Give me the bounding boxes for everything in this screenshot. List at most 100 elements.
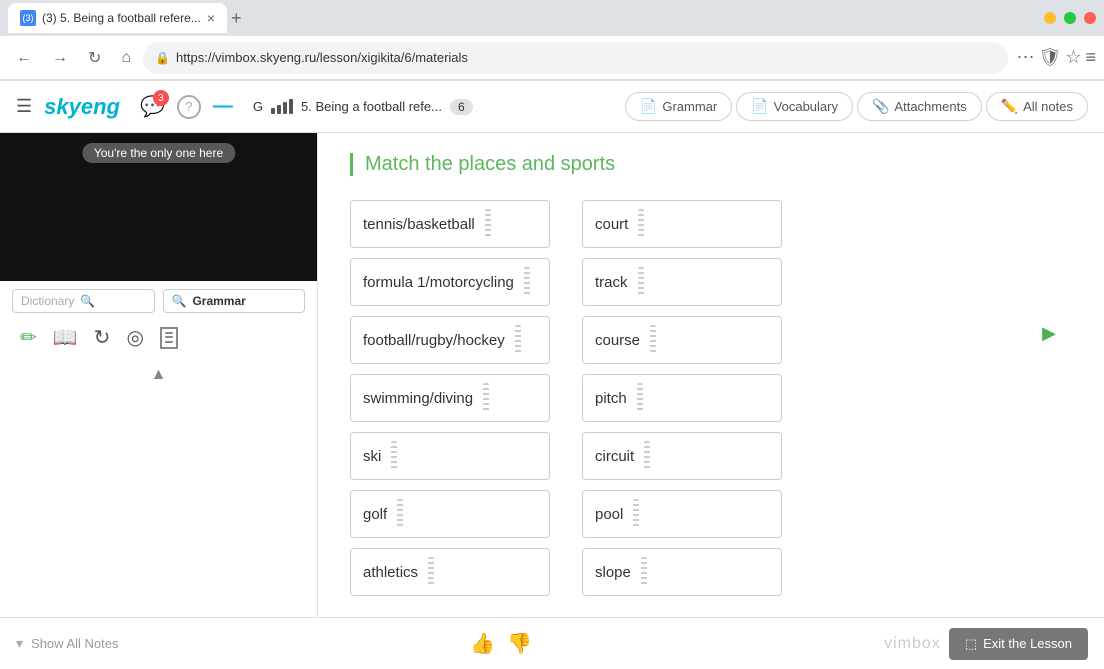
vimbox-logo: vimbox: [884, 635, 941, 653]
drag-handle[interactable]: [524, 267, 530, 297]
nav-bar: ← → ↻ ⌂ 🔒 ⋯ 🛡 ☆ ≡: [0, 36, 1104, 80]
list-item[interactable]: athletics: [350, 548, 550, 596]
drag-handle[interactable]: [428, 557, 434, 587]
vocabulary-tab-label: Vocabulary: [774, 99, 838, 114]
footer-right: vimbox ⬚ Exit the Lesson: [884, 628, 1088, 660]
footer: ▾ Show All Notes 👍 👎 vimbox ⬚ Exit the L…: [0, 617, 1104, 669]
grammar-search-icon: 🔍: [172, 294, 187, 308]
tab-grammar[interactable]: 📄 Grammar: [625, 92, 732, 121]
bar2: [277, 105, 281, 114]
drag-handle[interactable]: [391, 441, 397, 471]
tab-attachments[interactable]: 📎 Attachments: [857, 92, 982, 121]
drag-handle[interactable]: [483, 383, 489, 413]
sport-label: formula 1/motorcycling: [363, 274, 514, 291]
new-tab-btn[interactable]: +: [231, 8, 242, 29]
forward-btn[interactable]: →: [44, 45, 76, 71]
list-item[interactable]: football/rugby/hockey: [350, 316, 550, 364]
grammar-search-btn[interactable]: 🔍 Grammar: [163, 289, 306, 313]
tab-all-notes[interactable]: ✏️ All notes: [986, 92, 1088, 121]
sport-label: football/rugby/hockey: [363, 332, 505, 349]
list-item[interactable]: golf: [350, 490, 550, 538]
list-item[interactable]: court: [582, 200, 782, 248]
thumbs-up-btn[interactable]: 👍: [470, 631, 495, 656]
collapse-sidebar-btn[interactable]: ▲: [0, 362, 317, 388]
search-row: Dictionary 🔍 🔍 Grammar: [12, 289, 305, 313]
book-icon[interactable]: 📖: [53, 325, 78, 350]
grid-icon[interactable]: [160, 327, 178, 349]
list-item[interactable]: swimming/diving: [350, 374, 550, 422]
footer-center: 👍 👎: [470, 631, 532, 656]
drag-handle[interactable]: [641, 557, 647, 587]
exercise-title: Match the places and sports: [350, 153, 1072, 176]
win-minimize-btn[interactable]: [1044, 12, 1056, 24]
collapse-chevron-icon[interactable]: ▾: [16, 635, 23, 652]
list-item[interactable]: tennis/basketball: [350, 200, 550, 248]
nav-extras: ⋯ 🛡 ☆ ≡: [1016, 47, 1096, 68]
list-item[interactable]: pitch: [582, 374, 782, 422]
list-item[interactable]: circuit: [582, 432, 782, 480]
list-item[interactable]: pool: [582, 490, 782, 538]
hamburger-menu[interactable]: ☰: [16, 96, 32, 117]
win-close-btn[interactable]: [1084, 12, 1096, 24]
list-item[interactable]: ski: [350, 432, 550, 480]
drag-handle[interactable]: [644, 441, 650, 471]
drag-handle[interactable]: [633, 499, 639, 529]
back-btn[interactable]: ←: [8, 45, 40, 71]
minimize-btn[interactable]: —: [213, 95, 233, 118]
sport-label: swimming/diving: [363, 390, 473, 407]
sport-label: tennis/basketball: [363, 216, 475, 233]
tab-close-btn[interactable]: ×: [207, 10, 215, 26]
active-tab[interactable]: (3) (3) 5. Being a football refere... ×: [8, 3, 227, 33]
pencil-icon[interactable]: ✏: [20, 325, 37, 350]
browser-chrome: (3) (3) 5. Being a football refere... × …: [0, 0, 1104, 81]
menu-icon[interactable]: ≡: [1085, 47, 1096, 68]
drag-handle[interactable]: [637, 383, 643, 413]
tab-vocabulary[interactable]: 📄 Vocabulary: [736, 92, 853, 121]
drag-handle[interactable]: [515, 325, 521, 355]
signal-bars: [271, 99, 293, 114]
places-column: court track course pitch: [582, 200, 782, 596]
lesson-title: 5. Being a football refe...: [301, 99, 442, 114]
attachments-tab-icon: 📎: [872, 98, 889, 115]
exit-lesson-btn[interactable]: ⬚ Exit the Lesson: [949, 628, 1088, 660]
dictionary-search[interactable]: Dictionary 🔍: [12, 289, 155, 313]
show-all-notes-btn[interactable]: Show All Notes: [31, 636, 118, 651]
drag-handle[interactable]: [650, 325, 656, 355]
notes-tab-label: All notes: [1023, 99, 1073, 114]
help-btn[interactable]: ?: [177, 95, 201, 119]
lesson-number: 6: [450, 99, 473, 115]
address-bar[interactable]: 🔒: [143, 42, 1008, 74]
search-icon: 🔍: [80, 294, 95, 308]
tab-bar: (3) (3) 5. Being a football refere... × …: [0, 0, 1104, 36]
tool-icons: ✏ 📖 ↻ ◎: [12, 321, 305, 354]
home-btn[interactable]: ⌂: [113, 45, 139, 71]
logo: skyeng: [44, 94, 120, 120]
target-icon[interactable]: ◎: [126, 325, 143, 350]
rect-line3: [165, 341, 173, 343]
refresh-icon[interactable]: ↻: [94, 325, 111, 350]
collapse-up-icon: ▲: [151, 366, 167, 384]
drag-handle[interactable]: [397, 499, 403, 529]
bar4: [289, 99, 293, 114]
notes-tab-icon: ✏️: [1001, 98, 1018, 115]
place-label: pool: [595, 506, 623, 523]
drag-handle[interactable]: [485, 209, 491, 239]
drag-handle[interactable]: [638, 267, 644, 297]
extension-icon[interactable]: ⋯: [1016, 47, 1034, 68]
list-item[interactable]: course: [582, 316, 782, 364]
list-item[interactable]: formula 1/motorcycling: [350, 258, 550, 306]
bookmark-icon[interactable]: ☆: [1065, 47, 1081, 68]
win-maximize-btn[interactable]: [1064, 12, 1076, 24]
reload-btn[interactable]: ↻: [80, 44, 109, 72]
shield-icon[interactable]: 🛡: [1038, 47, 1061, 68]
list-item[interactable]: slope: [582, 548, 782, 596]
lesson-tabs: 📄 Grammar 📄 Vocabulary 📎 Attachments ✏️ …: [625, 92, 1088, 121]
list-item[interactable]: track: [582, 258, 782, 306]
sidebar: You're the only one here Dictionary 🔍 🔍 …: [0, 133, 318, 617]
thumbs-down-btn[interactable]: 👎: [507, 631, 532, 656]
url-input[interactable]: [176, 50, 996, 65]
notifications[interactable]: 💬 3: [140, 94, 165, 119]
exit-icon: ⬚: [965, 636, 977, 652]
drag-handle[interactable]: [638, 209, 644, 239]
sport-label: ski: [363, 448, 381, 465]
